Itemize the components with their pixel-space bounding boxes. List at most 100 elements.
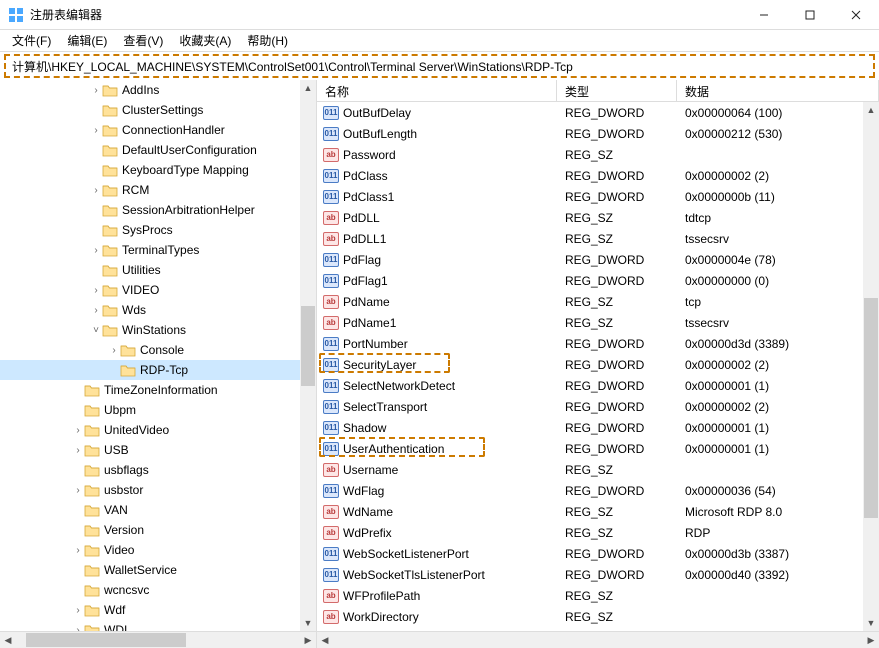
value-row[interactable]: abPdName1REG_SZtssecsrv (317, 312, 879, 333)
tree-item-rcm[interactable]: ›RCM (0, 180, 316, 200)
value-row[interactable]: abUsernameREG_SZ (317, 459, 879, 480)
tree-item-sysprocs[interactable]: SysProcs (0, 220, 316, 240)
tree-item-utilities[interactable]: Utilities (0, 260, 316, 280)
value-row[interactable]: abWFProfilePathREG_SZ (317, 585, 879, 606)
tree-item-unitedvideo[interactable]: ›UnitedVideo (0, 420, 316, 440)
tree-item-usb[interactable]: ›USB (0, 440, 316, 460)
value-row[interactable]: abPdDLLREG_SZtdtcp (317, 207, 879, 228)
menu-help[interactable]: 帮助(H) (241, 30, 294, 51)
chevron-right-icon[interactable]: › (90, 125, 102, 136)
value-row[interactable]: 011PdFlagREG_DWORD0x0000004e (78) (317, 249, 879, 270)
chevron-right-icon[interactable]: › (90, 85, 102, 96)
tree-item-clustersettings[interactable]: ClusterSettings (0, 100, 316, 120)
value-row[interactable]: 011WdFlagREG_DWORD0x00000036 (54) (317, 480, 879, 501)
values-scrollbar-horizontal[interactable]: ◀ ▶ (317, 632, 879, 648)
tree-item-winstations[interactable]: ˅WinStations (0, 320, 316, 340)
value-type: REG_DWORD (557, 547, 677, 561)
scroll-left-arrow[interactable]: ◀ (0, 632, 16, 648)
maximize-button[interactable] (787, 0, 833, 30)
tree-item-video[interactable]: ›Video (0, 540, 316, 560)
value-row[interactable]: 011PdClassREG_DWORD0x00000002 (2) (317, 165, 879, 186)
column-name[interactable]: 名称 (317, 80, 557, 101)
value-row[interactable]: abPdDLL1REG_SZtssecsrv (317, 228, 879, 249)
address-bar[interactable]: 计算机\HKEY_LOCAL_MACHINE\SYSTEM\ControlSet… (4, 54, 875, 78)
value-row[interactable]: 011SecurityLayerREG_DWORD0x00000002 (2) (317, 354, 879, 375)
menu-favorites[interactable]: 收藏夹(A) (173, 30, 237, 51)
tree-item-version[interactable]: Version (0, 520, 316, 540)
tree-item-wdi[interactable]: ›WDI (0, 620, 316, 631)
value-row[interactable]: 011PdFlag1REG_DWORD0x00000000 (0) (317, 270, 879, 291)
menu-file[interactable]: 文件(F) (6, 30, 57, 51)
value-row[interactable]: abWdPrefixREG_SZRDP (317, 522, 879, 543)
value-row[interactable]: abWdNameREG_SZMicrosoft RDP 8.0 (317, 501, 879, 522)
scroll-right-arrow[interactable]: ▶ (863, 632, 879, 648)
menu-edit[interactable]: 编辑(E) (61, 30, 113, 51)
value-row[interactable]: 011WebSocketListenerPortREG_DWORD0x00000… (317, 543, 879, 564)
tree-item-wds[interactable]: ›Wds (0, 300, 316, 320)
tree-item-addins[interactable]: ›AddIns (0, 80, 316, 100)
chevron-right-icon[interactable]: › (72, 605, 84, 616)
value-row[interactable]: abPdNameREG_SZtcp (317, 291, 879, 312)
tree-item-rdp-tcp[interactable]: RDP-Tcp (0, 360, 316, 380)
value-row[interactable]: 011UserAuthenticationREG_DWORD0x00000001… (317, 438, 879, 459)
tree-scrollbar-vertical[interactable]: ▲ ▼ (300, 80, 316, 631)
chevron-down-icon[interactable]: ˅ (90, 325, 102, 336)
tree-item-video[interactable]: ›VIDEO (0, 280, 316, 300)
scroll-up-arrow[interactable]: ▲ (863, 102, 879, 118)
chevron-right-icon[interactable]: › (108, 345, 120, 356)
value-row[interactable]: 011WebSocketTlsListenerPortREG_DWORD0x00… (317, 564, 879, 585)
chevron-right-icon[interactable]: › (72, 545, 84, 556)
close-button[interactable] (833, 0, 879, 30)
tree-item-terminaltypes[interactable]: ›TerminalTypes (0, 240, 316, 260)
tree-item-van[interactable]: VAN (0, 500, 316, 520)
scroll-up-arrow[interactable]: ▲ (300, 80, 316, 96)
value-type: REG_SZ (557, 316, 677, 330)
minimize-button[interactable] (741, 0, 787, 30)
tree-item-sessionarbitrationhelper[interactable]: SessionArbitrationHelper (0, 200, 316, 220)
value-data: 0x0000000b (11) (677, 190, 879, 204)
tree-scrollbar-horizontal[interactable]: ◀ ▶ (0, 632, 317, 648)
column-data[interactable]: 数据 (677, 80, 879, 101)
folder-icon (120, 343, 136, 357)
value-row[interactable]: 011SelectNetworkDetectREG_DWORD0x0000000… (317, 375, 879, 396)
menu-view[interactable]: 查看(V) (117, 30, 169, 51)
value-row[interactable]: 011SelectTransportREG_DWORD0x00000002 (2… (317, 396, 879, 417)
chevron-right-icon[interactable]: › (90, 185, 102, 196)
value-row[interactable]: 011ShadowREG_DWORD0x00000001 (1) (317, 417, 879, 438)
chevron-right-icon[interactable]: › (72, 625, 84, 632)
tree-item-label: DefaultUserConfiguration (122, 143, 257, 157)
value-row[interactable]: 011OutBufDelayREG_DWORD0x00000064 (100) (317, 102, 879, 123)
value-row[interactable]: 011PdClass1REG_DWORD0x0000000b (11) (317, 186, 879, 207)
scroll-down-arrow[interactable]: ▼ (300, 615, 316, 631)
scroll-down-arrow[interactable]: ▼ (863, 615, 879, 631)
tree-item-timezoneinformation[interactable]: TimeZoneInformation (0, 380, 316, 400)
scroll-thumb-vertical[interactable] (301, 306, 315, 386)
chevron-right-icon[interactable]: › (90, 245, 102, 256)
chevron-right-icon[interactable]: › (72, 445, 84, 456)
chevron-right-icon[interactable]: › (90, 285, 102, 296)
tree-item-walletservice[interactable]: WalletService (0, 560, 316, 580)
tree-item-usbflags[interactable]: usbflags (0, 460, 316, 480)
tree-item-defaultuserconfiguration[interactable]: DefaultUserConfiguration (0, 140, 316, 160)
column-type[interactable]: 类型 (557, 80, 677, 101)
tree-item-wcncsvc[interactable]: wcncsvc (0, 580, 316, 600)
tree-item-wdf[interactable]: ›Wdf (0, 600, 316, 620)
scroll-thumb-horizontal[interactable] (26, 633, 186, 647)
value-row[interactable]: abPasswordREG_SZ (317, 144, 879, 165)
tree-item-console[interactable]: ›Console (0, 340, 316, 360)
value-row[interactable]: abWorkDirectoryREG_SZ (317, 606, 879, 627)
tree-item-connectionhandler[interactable]: ›ConnectionHandler (0, 120, 316, 140)
scroll-right-arrow[interactable]: ▶ (300, 632, 316, 648)
value-row[interactable]: 011PortNumberREG_DWORD0x00000d3d (3389) (317, 333, 879, 354)
chevron-right-icon[interactable]: › (90, 305, 102, 316)
tree-item-usbstor[interactable]: ›usbstor (0, 480, 316, 500)
scroll-thumb-vertical[interactable] (864, 298, 878, 518)
value-name: PdDLL (343, 211, 380, 225)
value-row[interactable]: 011OutBufLengthREG_DWORD0x00000212 (530) (317, 123, 879, 144)
values-scrollbar-vertical[interactable]: ▲ ▼ (863, 102, 879, 631)
tree-item-keyboardtype-mapping[interactable]: KeyboardType Mapping (0, 160, 316, 180)
scroll-left-arrow[interactable]: ◀ (317, 632, 333, 648)
chevron-right-icon[interactable]: › (72, 425, 84, 436)
tree-item-ubpm[interactable]: Ubpm (0, 400, 316, 420)
chevron-right-icon[interactable]: › (72, 485, 84, 496)
